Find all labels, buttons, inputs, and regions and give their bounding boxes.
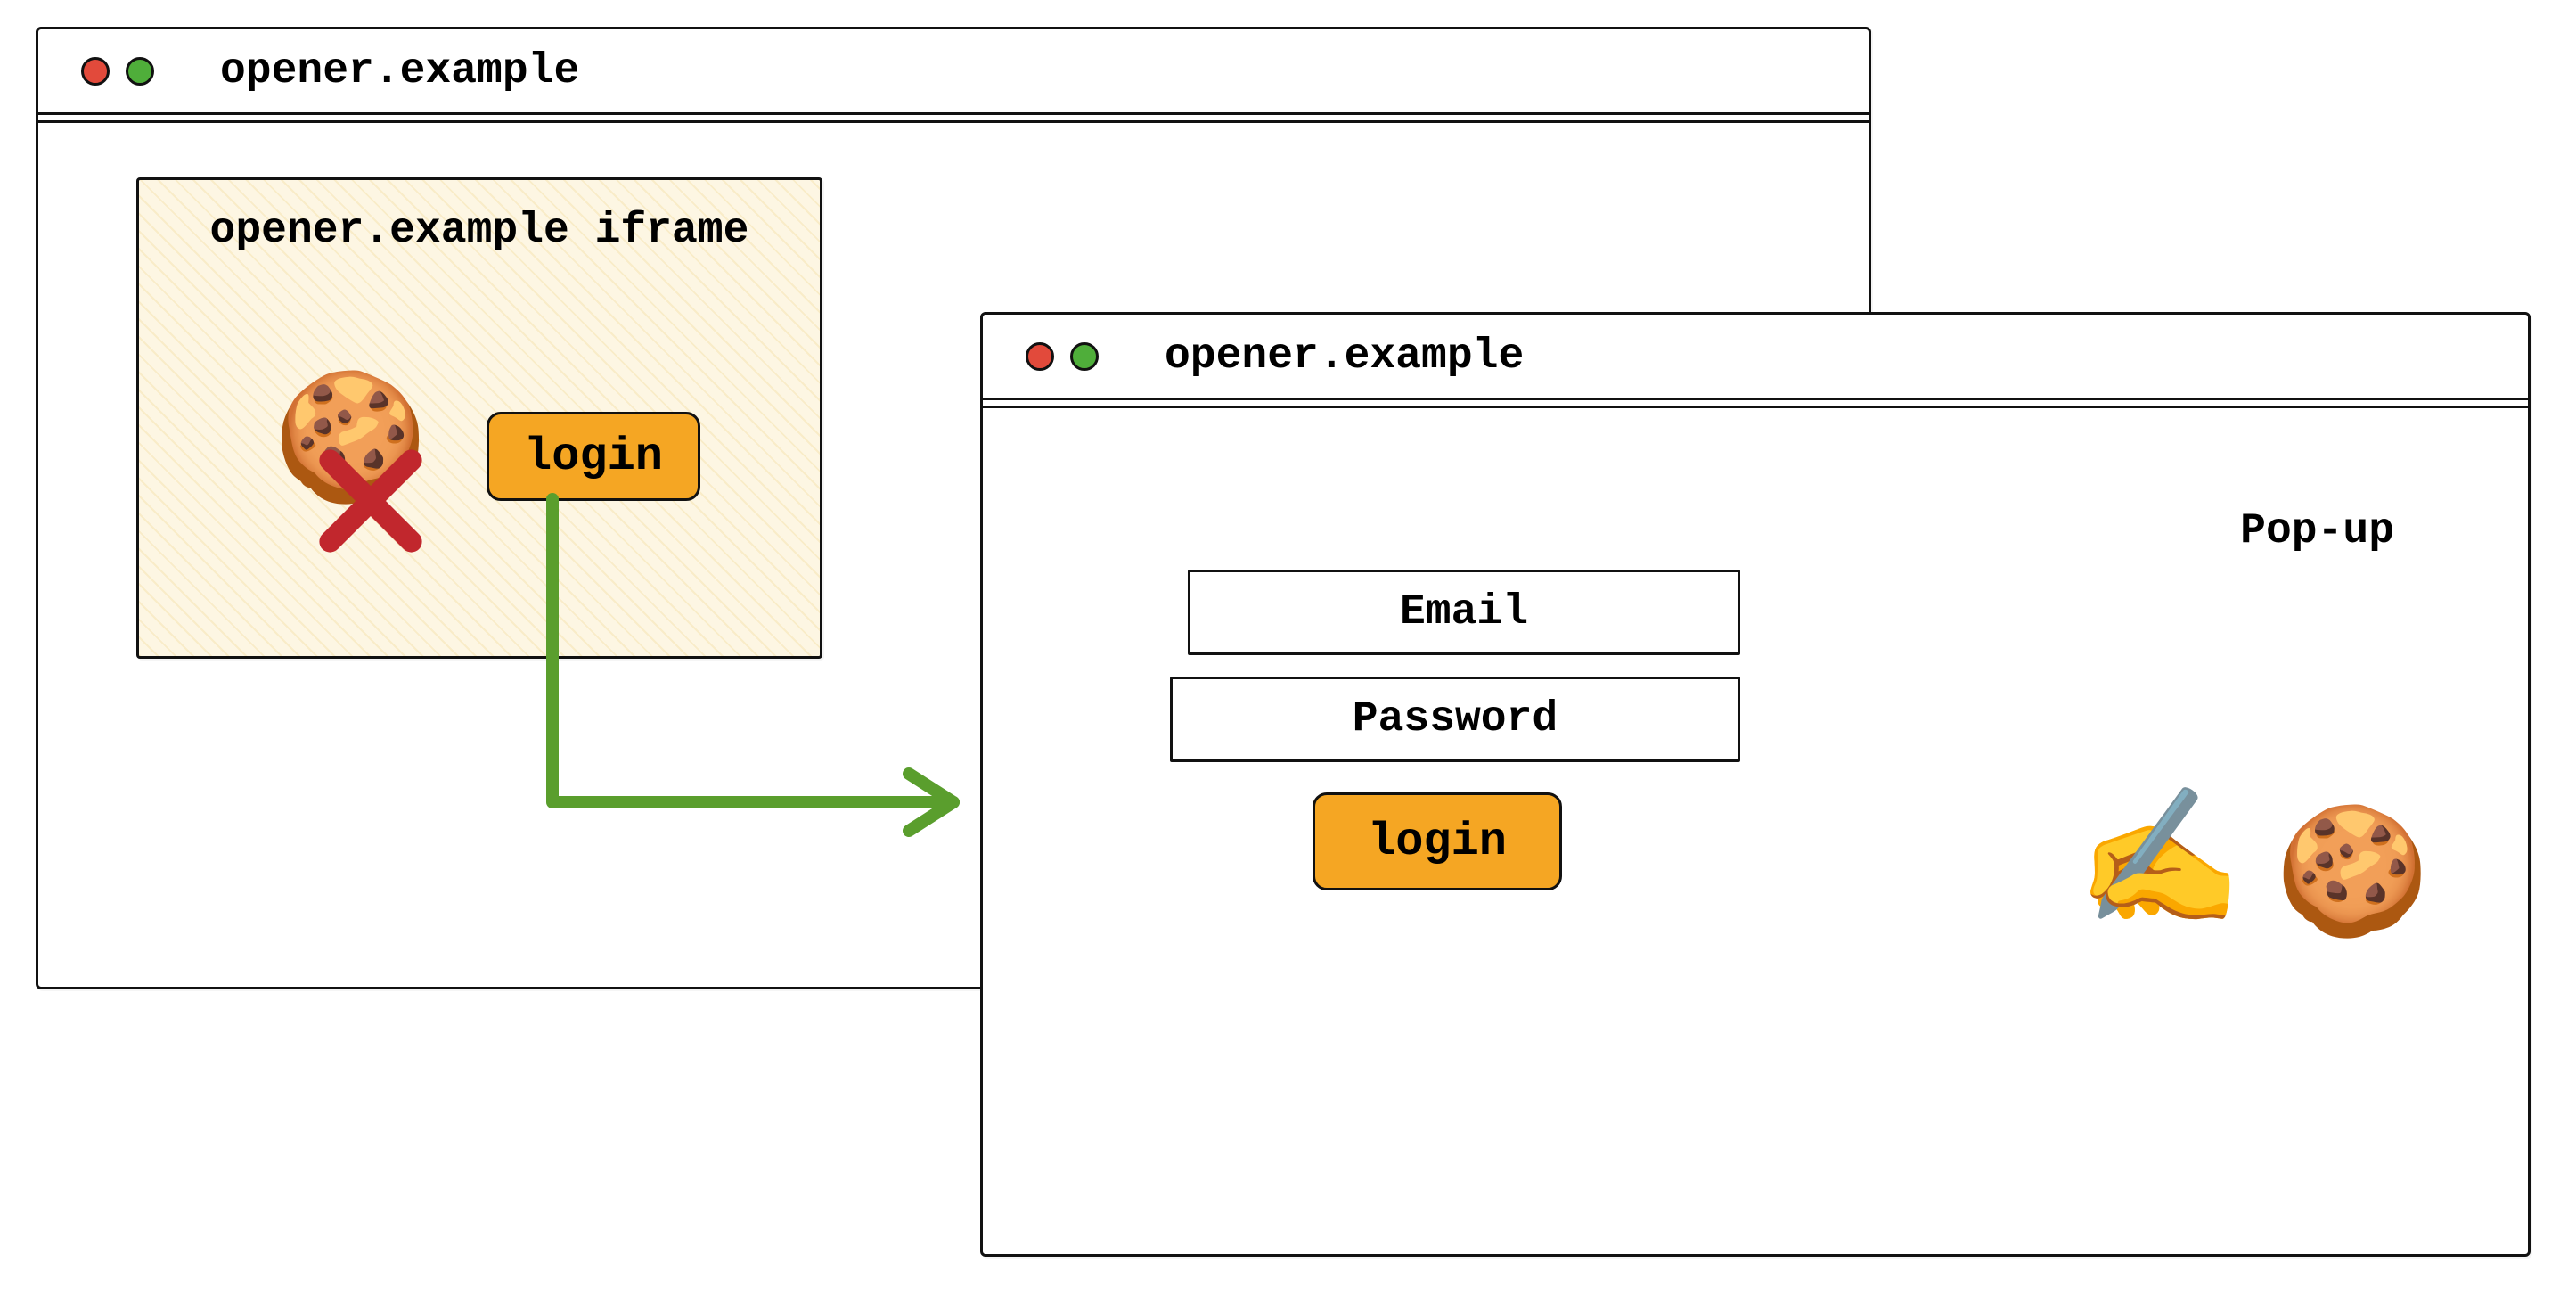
iframe-panel: opener.example iframe 🍪 login <box>136 177 822 659</box>
iframe-login-button[interactable]: login <box>487 412 700 501</box>
popup-login-button[interactable]: login <box>1313 792 1562 890</box>
cross-icon <box>317 447 424 554</box>
password-placeholder: Password <box>1353 695 1558 743</box>
popup-login-label: login <box>1368 816 1507 868</box>
popup-window-title: opener.example <box>1165 332 1524 381</box>
iframe-title: opener.example iframe <box>139 207 820 255</box>
close-dot-icon[interactable] <box>81 57 110 86</box>
popup-label: Pop-up <box>2240 507 2394 555</box>
email-field[interactable]: Email <box>1188 570 1740 655</box>
opener-window-title: opener.example <box>220 47 579 95</box>
popup-window: opener.example Pop-up Email Password log… <box>980 312 2531 1257</box>
cookie-icon: 🍪 <box>2275 819 2430 944</box>
email-placeholder: Email <box>1400 588 1528 636</box>
close-dot-icon[interactable] <box>1026 342 1054 371</box>
iframe-login-label: login <box>524 431 663 483</box>
opener-window-titlebar: opener.example <box>38 29 1869 115</box>
writing-hand-icon: ✍️ <box>2076 801 2243 935</box>
minimize-dot-icon[interactable] <box>126 57 154 86</box>
minimize-dot-icon[interactable] <box>1070 342 1099 371</box>
popup-window-titlebar: opener.example <box>983 315 2528 400</box>
password-field[interactable]: Password <box>1170 677 1740 762</box>
